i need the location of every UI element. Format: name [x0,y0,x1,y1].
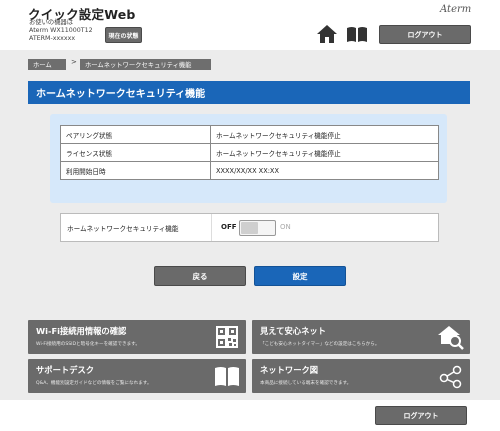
card-title: サポートデスク [36,365,95,375]
qr-code-icon [214,324,240,350]
home-icon[interactable] [317,25,337,43]
mieru-anshin-card[interactable]: 見えて安心ネット 「こども安心ネットタイマー」などの設定はこちらから。 [252,320,470,354]
license-status-value: ホームネットワークセキュリティ機能停止 [210,143,439,162]
toggle-on-label: ON [280,223,291,231]
device-info: お使いの機器は Aterm WX11000T12 ATERM-xxxxxx [29,19,93,44]
back-button[interactable]: 戻る [154,266,246,286]
card-description: Wi-Fi接続用のSSIDと暗号化キーを確認できます。 [36,342,140,347]
open-book-icon [214,363,240,389]
security-setting-label: ホームネットワークセキュリティ機能 [67,224,179,233]
card-description: Q&A、機能別設定ガイドなどの情報をご覧になれます。 [36,381,152,386]
current-status-button[interactable]: 現在の状態 [105,27,142,43]
page-title: ホームネットワークセキュリティ機能 [28,81,470,104]
start-date-value: XXXX/XX/XX XX:XX [210,161,439,180]
network-icon [438,363,464,389]
table-row: ライセンス状態 ホームネットワークセキュリティ機能停止 [60,143,439,162]
card-title: Wi-Fi接続用情報の確認 [36,326,127,336]
breadcrumb-current: ホームネットワークセキュリティ機能 [80,59,211,70]
breadcrumb-separator: > [71,58,77,66]
logout-button-top[interactable]: ログアウト [379,25,471,44]
table-row: ペアリング状態 ホームネットワークセキュリティ機能停止 [60,125,439,144]
card-description: 本商品に接続している端末を確認できます。 [260,381,352,386]
status-table: ペアリング状態 ホームネットワークセキュリティ機能停止 ライセンス状態 ホームネ… [60,125,439,180]
license-status-label: ライセンス状態 [60,143,211,162]
apply-button[interactable]: 設定 [254,266,346,286]
breadcrumb-home[interactable]: ホーム [28,59,66,70]
security-setting-row: ホームネットワークセキュリティ機能 OFF ON [60,213,439,242]
logout-button-bottom[interactable]: ログアウト [375,406,467,425]
card-description: 「こども安心ネットタイマー」などの設定はこちらから。 [260,342,380,347]
network-map-card[interactable]: ネットワーク図 本商品に接続している端末を確認できます。 [252,359,470,393]
header: クイック設定Web お使いの機器は Aterm WX11000T12 ATERM… [0,0,500,50]
pairing-status-value: ホームネットワークセキュリティ機能停止 [210,125,439,144]
book-icon[interactable] [346,26,368,42]
card-title: ネットワーク図 [260,365,319,375]
start-date-label: 利用開始日時 [60,161,211,180]
support-desk-card[interactable]: サポートデスク Q&A、機能別設定ガイドなどの情報をご覧になれます。 [28,359,246,393]
toggle-knob [241,222,258,234]
pairing-status-label: ペアリング状態 [60,125,211,144]
security-toggle[interactable] [239,220,276,236]
device-info-line1: お使いの機器は [29,19,74,26]
device-info-ssid: ATERM-xxxxxx [29,35,76,43]
card-title: 見えて安心ネット [260,326,326,336]
device-info-model: Aterm WX11000T12 [29,27,93,35]
brand-logo: Aterm [440,4,472,15]
toggle-off-label: OFF [221,223,237,231]
wifi-info-card[interactable]: Wi-Fi接続用情報の確認 Wi-Fi接続用のSSIDと暗号化キーを確認できます… [28,320,246,354]
table-row: 利用開始日時 XXXX/XX/XX XX:XX [60,161,439,180]
divider [211,214,212,241]
home-search-icon [438,324,464,350]
